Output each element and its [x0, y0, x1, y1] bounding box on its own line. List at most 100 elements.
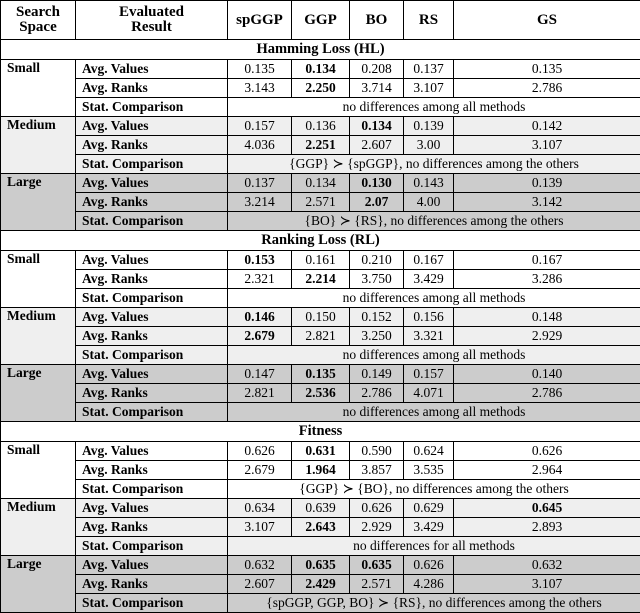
- header-gs: GS: [454, 1, 640, 40]
- table-row: Avg. Ranks3.1072.6432.9293.4292.893: [1, 518, 640, 537]
- cell-gs: 3.107: [454, 575, 640, 594]
- cell-value: 2.821: [228, 384, 292, 403]
- table-row: LargeAvg. Values0.1370.1340.1300.1430.13…: [1, 174, 640, 193]
- cell-metric-label: Avg. Ranks: [76, 193, 228, 212]
- cell-value: 3.429: [404, 518, 454, 537]
- table-row: Avg. Ranks3.1432.2503.7143.1072.786: [1, 79, 640, 98]
- header-bo: BO: [350, 1, 404, 40]
- cell-value: 1.964: [292, 461, 350, 480]
- table-row: Avg. Ranks2.3212.2143.7503.4293.286: [1, 270, 640, 289]
- table-row: MediumAvg. Values0.1460.1500.1520.1560.1…: [1, 308, 640, 327]
- cell-value: 0.639: [292, 499, 350, 518]
- section-title: Hamming Loss (HL): [1, 40, 640, 60]
- cell-value: 4.036: [228, 136, 292, 155]
- cell-gs: 0.626: [454, 442, 640, 461]
- cell-metric-label: Avg. Ranks: [76, 270, 228, 289]
- table-row: Avg. Ranks2.6791.9643.8573.5352.964: [1, 461, 640, 480]
- table-row: Stat. Comparison{BO} ≻ {RS}, no differen…: [1, 212, 640, 231]
- table-row: SmallAvg. Values0.1530.1610.2100.1670.16…: [1, 251, 640, 270]
- table-row: Avg. Ranks3.2142.5712.074.003.142: [1, 193, 640, 212]
- cell-value: 0.629: [404, 499, 454, 518]
- section-title: Fitness: [1, 422, 640, 442]
- header-search-space: Search Space: [1, 1, 76, 40]
- cell-stat-comparison: no differences among all methods: [228, 403, 640, 422]
- cell-value: 3.750: [350, 270, 404, 289]
- cell-value: 2.679: [228, 461, 292, 480]
- cell-value: 0.134: [350, 117, 404, 136]
- table-header: Search Space Evaluated Result spGGP GGP …: [1, 1, 640, 40]
- cell-metric-label: Avg. Ranks: [76, 327, 228, 346]
- cell-stat-comparison: no differences among all methods: [228, 346, 640, 365]
- cell-value: 0.632: [228, 556, 292, 575]
- cell-metric-label: Stat. Comparison: [76, 212, 228, 231]
- cell-metric-label: Stat. Comparison: [76, 289, 228, 308]
- cell-metric-label: Avg. Ranks: [76, 518, 228, 537]
- cell-value: 2.429: [292, 575, 350, 594]
- cell-gs: 0.148: [454, 308, 640, 327]
- cell-search-space: Large: [1, 365, 76, 422]
- cell-stat-comparison: no differences among all methods: [228, 289, 640, 308]
- cell-value: 2.679: [228, 327, 292, 346]
- cell-value: 2.571: [350, 575, 404, 594]
- cell-gs: 0.142: [454, 117, 640, 136]
- cell-stat-comparison: no differences among all methods: [228, 98, 640, 117]
- cell-metric-label: Avg. Values: [76, 60, 228, 79]
- cell-value: 2.536: [292, 384, 350, 403]
- cell-value: 0.134: [292, 174, 350, 193]
- cell-value: 0.157: [228, 117, 292, 136]
- cell-search-space: Large: [1, 556, 76, 613]
- cell-value: 2.571: [292, 193, 350, 212]
- cell-gs: 0.632: [454, 556, 640, 575]
- cell-value: 0.626: [228, 442, 292, 461]
- header-search-space-line2: Space: [7, 20, 69, 35]
- cell-value: 2.786: [350, 384, 404, 403]
- cell-value: 0.147: [228, 365, 292, 384]
- cell-gs: 3.107: [454, 136, 640, 155]
- cell-value: 0.626: [404, 556, 454, 575]
- cell-metric-label: Avg. Values: [76, 442, 228, 461]
- cell-metric-label: Stat. Comparison: [76, 98, 228, 117]
- cell-gs: 2.929: [454, 327, 640, 346]
- cell-gs: 2.964: [454, 461, 640, 480]
- cell-search-space: Medium: [1, 308, 76, 365]
- cell-metric-label: Stat. Comparison: [76, 403, 228, 422]
- cell-search-space: Small: [1, 442, 76, 499]
- cell-value: 0.635: [292, 556, 350, 575]
- cell-value: 0.208: [350, 60, 404, 79]
- section-title: Ranking Loss (RL): [1, 231, 640, 251]
- table-row: LargeAvg. Values0.1470.1350.1490.1570.14…: [1, 365, 640, 384]
- cell-stat-comparison: no differences for all methods: [228, 537, 640, 556]
- cell-search-space: Medium: [1, 117, 76, 174]
- cell-metric-label: Avg. Values: [76, 117, 228, 136]
- cell-value: 3.857: [350, 461, 404, 480]
- cell-value: 3.429: [404, 270, 454, 289]
- table-row: MediumAvg. Values0.1570.1360.1340.1390.1…: [1, 117, 640, 136]
- cell-value: 0.149: [350, 365, 404, 384]
- cell-value: 0.146: [228, 308, 292, 327]
- cell-metric-label: Avg. Values: [76, 308, 228, 327]
- cell-gs: 0.140: [454, 365, 640, 384]
- cell-value: 0.135: [228, 60, 292, 79]
- header-row: Search Space Evaluated Result spGGP GGP …: [1, 1, 640, 40]
- cell-gs: 2.786: [454, 79, 640, 98]
- header-evaluated-result: Evaluated Result: [76, 1, 228, 40]
- cell-value: 0.150: [292, 308, 350, 327]
- header-rs: RS: [404, 1, 454, 40]
- cell-value: 3.143: [228, 79, 292, 98]
- cell-value: 0.624: [404, 442, 454, 461]
- table-row: Stat. Comparisonno differences among all…: [1, 98, 640, 117]
- cell-metric-label: Avg. Ranks: [76, 461, 228, 480]
- cell-value: 2.250: [292, 79, 350, 98]
- cell-search-space: Small: [1, 251, 76, 308]
- table-row: Avg. Ranks2.8212.5362.7864.0712.786: [1, 384, 640, 403]
- cell-value: 3.107: [404, 79, 454, 98]
- cell-value: 2.607: [350, 136, 404, 155]
- cell-value: 4.286: [404, 575, 454, 594]
- cell-gs: 3.286: [454, 270, 640, 289]
- table-row: SmallAvg. Values0.6260.6310.5900.6240.62…: [1, 442, 640, 461]
- table-row: Avg. Ranks2.6072.4292.5714.2863.107: [1, 575, 640, 594]
- table-row: SmallAvg. Values0.1350.1340.2080.1370.13…: [1, 60, 640, 79]
- cell-metric-label: Avg. Ranks: [76, 575, 228, 594]
- cell-value: 2.607: [228, 575, 292, 594]
- table-row: MediumAvg. Values0.6340.6390.6260.6290.6…: [1, 499, 640, 518]
